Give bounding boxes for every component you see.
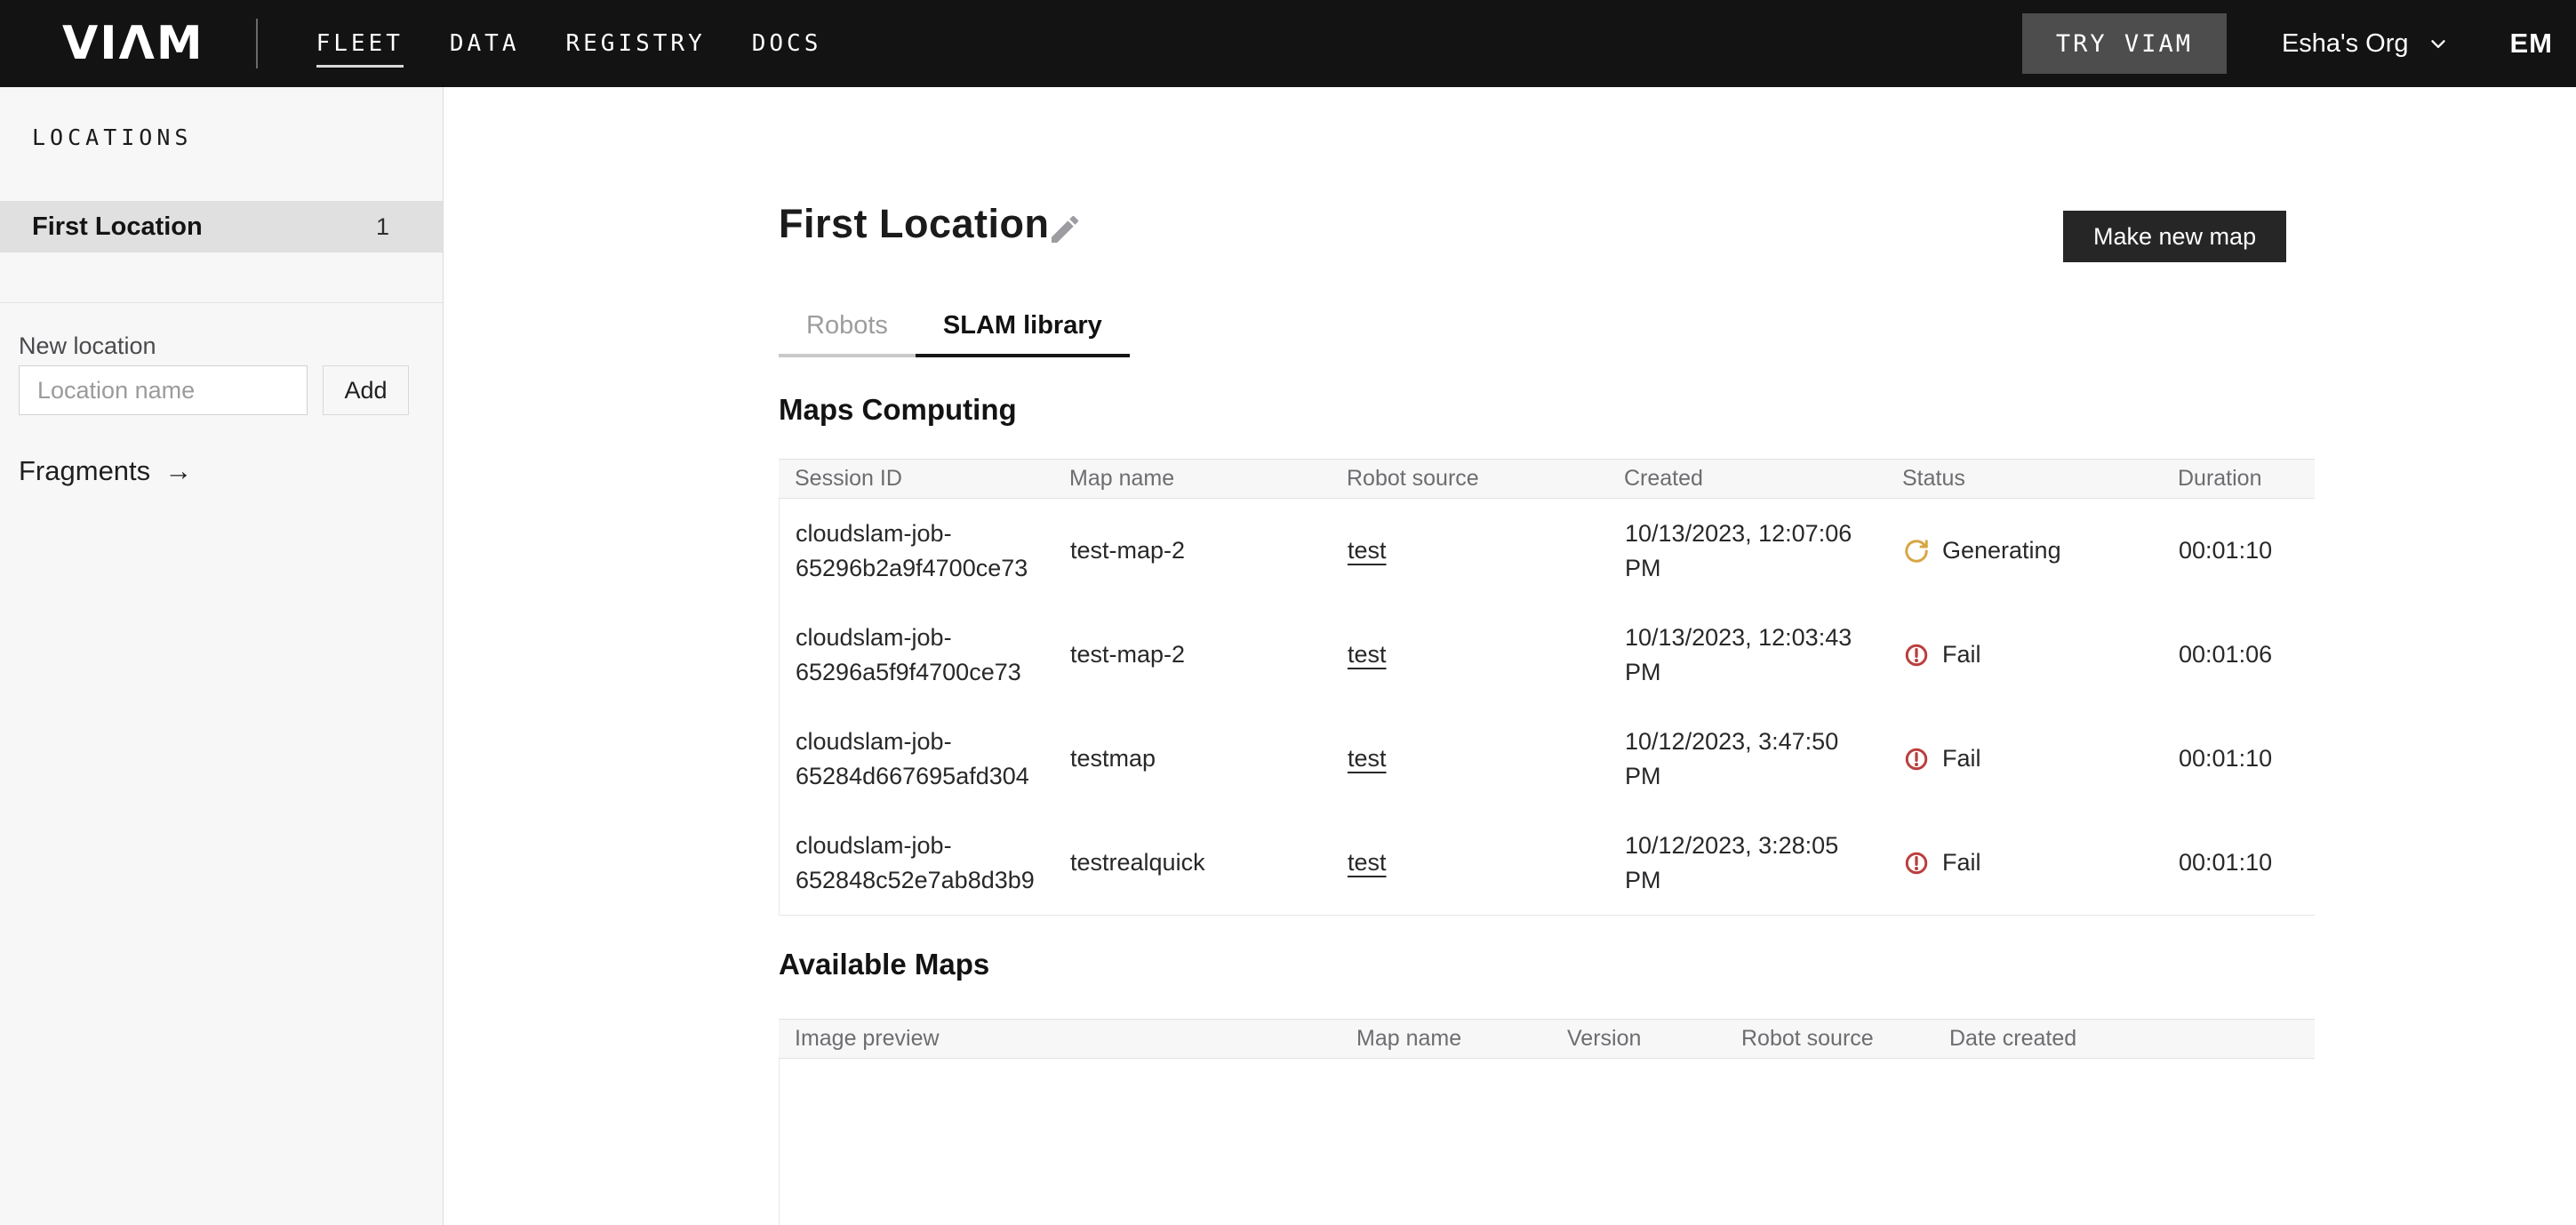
- created-cell: 10/12/2023, 3:28:05 PM: [1609, 829, 1887, 898]
- add-location-button[interactable]: Add: [323, 365, 409, 415]
- sidebar-item-first-location[interactable]: First Location 1: [0, 201, 443, 252]
- make-new-map-button[interactable]: Make new map: [2063, 211, 2286, 262]
- locations-sidebar: LOCATIONS First Location 1 New location …: [0, 87, 444, 1225]
- duration-cell: 00:01:10: [2163, 533, 2316, 568]
- sidebar-heading: LOCATIONS: [32, 124, 192, 150]
- nav-link-fleet[interactable]: FLEET: [316, 0, 404, 87]
- arrow-right-icon: →: [164, 455, 192, 487]
- map-name-cell: testrealquick: [1054, 845, 1332, 880]
- tab-slam-library[interactable]: SLAM library: [916, 297, 1130, 357]
- column-header-map-name: Map name: [1053, 466, 1331, 492]
- refresh-icon: [1903, 538, 1930, 564]
- main-content: First Location Make new map Robots SLAM …: [444, 87, 2576, 1225]
- status-label: Fail: [1942, 845, 1981, 880]
- column-header-map-name: Map name: [1340, 1026, 1551, 1052]
- nav-link-registry[interactable]: REGISTRY: [566, 0, 706, 87]
- location-name: First Location: [32, 212, 203, 242]
- robot-source-cell: test: [1332, 845, 1609, 880]
- column-header-image-preview: Image preview: [779, 1026, 1340, 1052]
- status-cell: Fail: [1887, 845, 2163, 880]
- app-root: VIΛM FLEET DATA REGISTRY DOCS TRY VIAM E…: [0, 0, 2576, 1225]
- column-header-robot-source: Robot source: [1725, 1026, 1933, 1052]
- status-label: Generating: [1942, 533, 2061, 568]
- map-name-cell: testmap: [1054, 741, 1332, 776]
- nav-link-docs[interactable]: DOCS: [752, 0, 822, 87]
- maps-computing-rows: cloudslam-job-65296b2a9f4700ce73test-map…: [779, 499, 2315, 916]
- column-header-date-created: Date created: [1933, 1026, 2315, 1052]
- column-header-version: Version: [1551, 1026, 1725, 1052]
- robot-source-cell: test: [1332, 741, 1609, 776]
- robot-source-link[interactable]: test: [1348, 537, 1387, 564]
- robot-source-link[interactable]: test: [1348, 745, 1387, 772]
- robot-source-cell: test: [1332, 533, 1609, 568]
- maps-computing-header: Session ID Map name Robot source Created…: [779, 459, 2315, 499]
- status-label: Fail: [1942, 637, 1981, 672]
- created-cell: 10/13/2023, 12:03:43 PM: [1609, 621, 1887, 690]
- status-cell: Generating: [1887, 533, 2163, 568]
- map-name-cell: test-map-2: [1054, 533, 1332, 568]
- session-id-cell: cloudslam-job-65284d667695afd304: [780, 725, 1054, 794]
- created-cell: 10/13/2023, 12:07:06 PM: [1609, 516, 1887, 586]
- chevron-down-icon: [2427, 32, 2450, 55]
- available-maps-empty-body: [779, 1059, 2315, 1225]
- nav-link-data[interactable]: DATA: [450, 0, 520, 87]
- column-header-duration: Duration: [2162, 466, 2315, 492]
- location-robot-count: 1: [376, 213, 389, 241]
- error-icon: [1903, 642, 1930, 669]
- status-cell: Fail: [1887, 637, 2163, 672]
- table-row: cloudslam-job-652848c52e7ab8d3b9testreal…: [780, 811, 2315, 915]
- robot-source-link[interactable]: test: [1348, 849, 1387, 876]
- available-maps-heading: Available Maps: [779, 948, 989, 981]
- location-name-input[interactable]: [19, 365, 308, 415]
- table-row: cloudslam-job-65296a5f9f4700ce73test-map…: [780, 603, 2315, 707]
- org-selector[interactable]: Esha's Org: [2282, 29, 2450, 59]
- new-location-label: New location: [19, 332, 156, 360]
- top-nav: VIΛM FLEET DATA REGISTRY DOCS TRY VIAM E…: [0, 0, 2576, 87]
- new-location-form: Add: [19, 365, 409, 415]
- duration-cell: 00:01:06: [2163, 637, 2316, 672]
- session-id-cell: cloudslam-job-65296b2a9f4700ce73: [780, 516, 1054, 586]
- table-row: cloudslam-job-65296b2a9f4700ce73test-map…: [780, 499, 2315, 603]
- available-maps-header: Image preview Map name Version Robot sou…: [779, 1019, 2315, 1059]
- org-name: Esha's Org: [2282, 29, 2409, 59]
- column-header-session-id: Session ID: [779, 466, 1053, 492]
- error-icon: [1903, 746, 1930, 773]
- viam-logo[interactable]: VIΛM: [62, 17, 204, 70]
- duration-cell: 00:01:10: [2163, 741, 2316, 776]
- fragments-label: Fragments: [19, 455, 150, 487]
- session-id-cell: cloudslam-job-65296a5f9f4700ce73: [780, 621, 1054, 690]
- nav-links: FLEET DATA REGISTRY DOCS: [316, 0, 822, 87]
- maps-computing-table: Session ID Map name Robot source Created…: [779, 459, 2315, 916]
- try-viam-button[interactable]: TRY VIAM: [2022, 13, 2227, 74]
- sidebar-divider: [0, 302, 443, 303]
- error-icon: [1903, 850, 1930, 877]
- fragments-link[interactable]: Fragments →: [19, 455, 192, 487]
- column-header-created: Created: [1608, 466, 1886, 492]
- edit-pencil-icon[interactable]: [1047, 212, 1083, 247]
- map-name-cell: test-map-2: [1054, 637, 1332, 672]
- nav-divider: [256, 19, 258, 68]
- created-cell: 10/12/2023, 3:47:50 PM: [1609, 725, 1887, 794]
- session-id-cell: cloudslam-job-652848c52e7ab8d3b9: [780, 829, 1054, 898]
- robot-source-cell: test: [1332, 637, 1609, 672]
- available-maps-table: Image preview Map name Version Robot sou…: [779, 1019, 2315, 1225]
- column-header-robot-source: Robot source: [1331, 466, 1608, 492]
- status-cell: Fail: [1887, 741, 2163, 776]
- maps-computing-heading: Maps Computing: [779, 393, 1017, 427]
- duration-cell: 00:01:10: [2163, 845, 2316, 880]
- table-row: cloudslam-job-65284d667695afd304testmap t…: [780, 707, 2315, 811]
- status-label: Fail: [1942, 741, 1981, 776]
- tab-bar: Robots SLAM library: [779, 297, 1130, 357]
- page-title: First Location: [779, 201, 1050, 247]
- column-header-status: Status: [1886, 466, 2162, 492]
- user-avatar[interactable]: EM: [2510, 28, 2554, 60]
- robot-source-link[interactable]: test: [1348, 641, 1387, 668]
- tab-robots[interactable]: Robots: [779, 297, 916, 357]
